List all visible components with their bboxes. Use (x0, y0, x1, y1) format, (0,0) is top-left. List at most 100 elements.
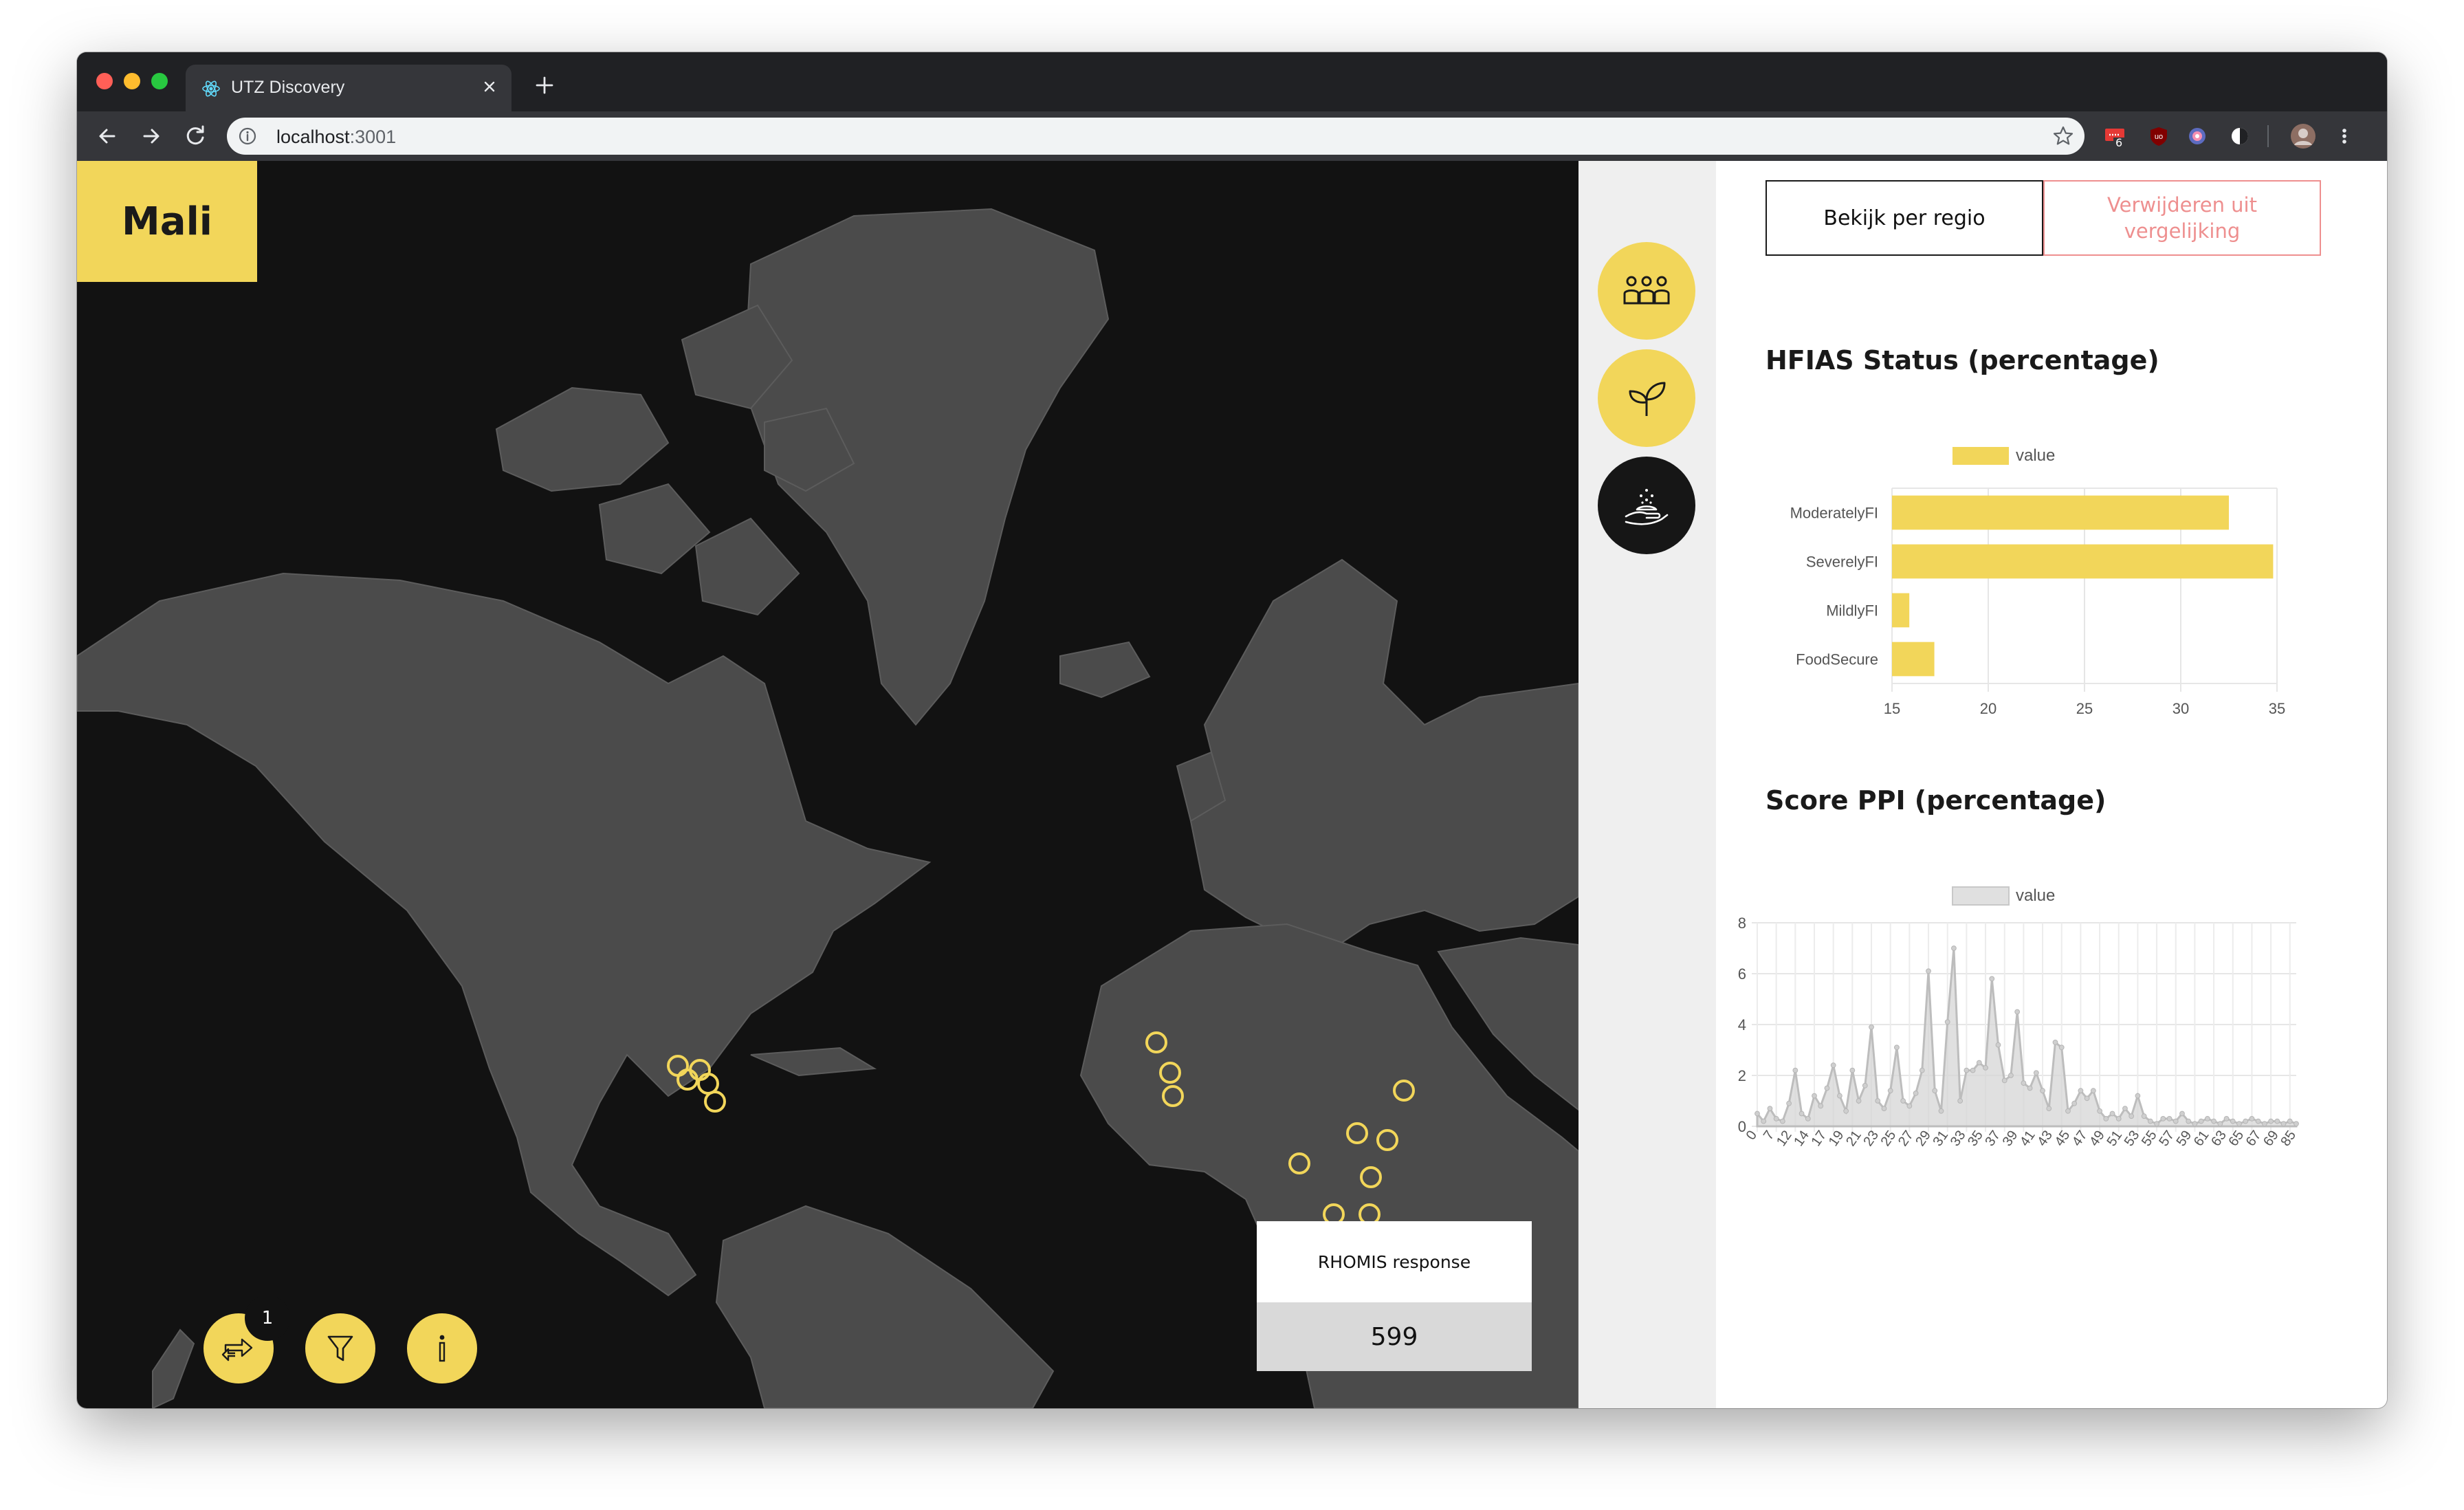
view-by-region-button[interactable]: Bekijk per regio (1766, 180, 2043, 256)
data-point (1754, 1110, 1760, 1117)
data-point (1779, 1118, 1785, 1124)
world-map[interactable]: Mali 1 RHOMIS response 599 (77, 161, 1578, 1408)
data-point (1944, 1019, 1950, 1025)
data-point (2249, 1116, 2255, 1121)
tab-utz-discovery[interactable]: UTZ Discovery (186, 65, 512, 111)
data-point (2236, 1121, 2242, 1127)
info-button[interactable] (407, 1313, 477, 1383)
x-tick-label: 17 (1808, 1128, 1829, 1148)
more-menu-icon[interactable] (2333, 125, 2355, 147)
data-point (1970, 1067, 1976, 1073)
europe-shape (1189, 558, 1578, 953)
food-category-button[interactable] (1598, 457, 1695, 554)
page-content: Mali 1 RHOMIS response 599 Bekijk per re… (77, 161, 2387, 1408)
site-info-icon[interactable] (238, 127, 257, 146)
x-tick-label: 35 (2269, 700, 2285, 717)
ppi-title: Score PPI (percentage) (1766, 785, 2106, 816)
x-tick-label: 20 (1980, 700, 1996, 717)
url-text: localhost:3001 (276, 127, 396, 148)
extension-globe-icon[interactable] (2186, 125, 2208, 147)
data-point (1843, 1108, 1849, 1114)
data-point (1932, 1088, 1938, 1094)
bar (1892, 495, 2229, 530)
data-point (2172, 1118, 2179, 1124)
back-icon[interactable] (92, 121, 122, 151)
data-point (2154, 1121, 2159, 1127)
y-tick-label: SeverelyFI (1806, 554, 1878, 571)
toolbar-divider (2267, 125, 2269, 147)
north-america-shape (77, 572, 932, 1297)
data-point (1824, 1085, 1830, 1091)
data-point (2027, 1085, 2033, 1091)
data-point (1862, 1082, 1868, 1088)
x-tick-label: 45 (2052, 1128, 2074, 1148)
data-point (2280, 1121, 2287, 1127)
x-tick-label: 63 (2208, 1128, 2230, 1148)
data-point (1894, 1044, 1900, 1051)
data-point (2211, 1118, 2216, 1124)
crops-category-button[interactable] (1598, 349, 1695, 447)
new-tab-icon[interactable] (531, 72, 558, 99)
bar (1892, 544, 2274, 579)
people-category-button[interactable] (1598, 242, 1695, 340)
data-point (2287, 1118, 2293, 1124)
sprout-icon (1629, 382, 1666, 416)
data-point (2141, 1113, 2147, 1119)
forward-icon[interactable] (136, 121, 166, 151)
legend-swatch (1952, 447, 2009, 465)
mail-extension-icon[interactable]: 6 (2104, 125, 2126, 149)
maximize-window-button[interactable] (151, 73, 168, 89)
filter-button[interactable] (305, 1313, 375, 1383)
data-point (1805, 1116, 1811, 1121)
minimize-window-button[interactable] (124, 73, 140, 89)
data-point (2192, 1121, 2198, 1127)
close-window-button[interactable] (96, 73, 113, 89)
data-point (1881, 1106, 1887, 1112)
people-icon (1623, 276, 1670, 305)
x-tick-label: 43 (2034, 1128, 2056, 1148)
dark-mode-icon[interactable] (2229, 125, 2251, 147)
data-point (1830, 1062, 1836, 1069)
data-point (2046, 1106, 2052, 1112)
y-tick-label: 2 (1738, 1067, 1746, 1084)
compare-arrows-icon (221, 1338, 253, 1361)
profile-avatar-icon[interactable] (2289, 122, 2317, 150)
data-point (2014, 1009, 2021, 1015)
x-tick-label: 69 (2260, 1128, 2282, 1148)
x-tick-label: 53 (2122, 1128, 2143, 1148)
legend-swatch (1952, 886, 2010, 906)
browser-toolbar: localhost:3001 6 uo (77, 111, 2387, 161)
rhomis-value: 599 (1257, 1302, 1532, 1371)
data-point (2294, 1121, 2299, 1127)
x-tick-label: 49 (2087, 1128, 2108, 1148)
url-port: :3001 (349, 127, 397, 147)
data-point (2071, 1100, 2078, 1106)
x-tick-label: 25 (1878, 1128, 1900, 1148)
hfias-chart-svg: value 15 20 25 30 35 ModeratelyFI SeverelyFI Mil… (1790, 446, 2286, 717)
data-point (2001, 1077, 2008, 1084)
data-point (2103, 1116, 2109, 1121)
south-america-shape (715, 1205, 1055, 1408)
data-point (2122, 1106, 2128, 1112)
data-point (2166, 1116, 2172, 1121)
bookmark-star-icon[interactable] (2052, 124, 2075, 148)
remove-from-comparison-button[interactable]: Verwijderen uit vergelijking (2043, 180, 2321, 256)
reload-icon[interactable] (180, 121, 210, 151)
ublock-icon[interactable]: uo (2148, 125, 2170, 147)
data-point (2115, 1116, 2122, 1121)
data-point (2198, 1118, 2204, 1124)
data-point (2084, 1095, 2090, 1102)
data-point (1856, 1098, 1862, 1104)
address-bar[interactable]: localhost:3001 (227, 118, 2084, 155)
x-tick-label: 41 (2017, 1128, 2038, 1148)
data-point (1983, 1065, 1988, 1071)
close-tab-icon[interactable] (477, 74, 502, 99)
x-tick-label: 23 (1860, 1128, 1882, 1148)
data-point (2109, 1110, 2115, 1117)
x-tick-label: 29 (1913, 1128, 1934, 1148)
data-point (2097, 1108, 2102, 1114)
data-point (2058, 1044, 2065, 1051)
x-tick-label: 21 (1843, 1128, 1864, 1148)
react-icon (202, 80, 220, 97)
arctic-islands-shape (495, 386, 670, 492)
